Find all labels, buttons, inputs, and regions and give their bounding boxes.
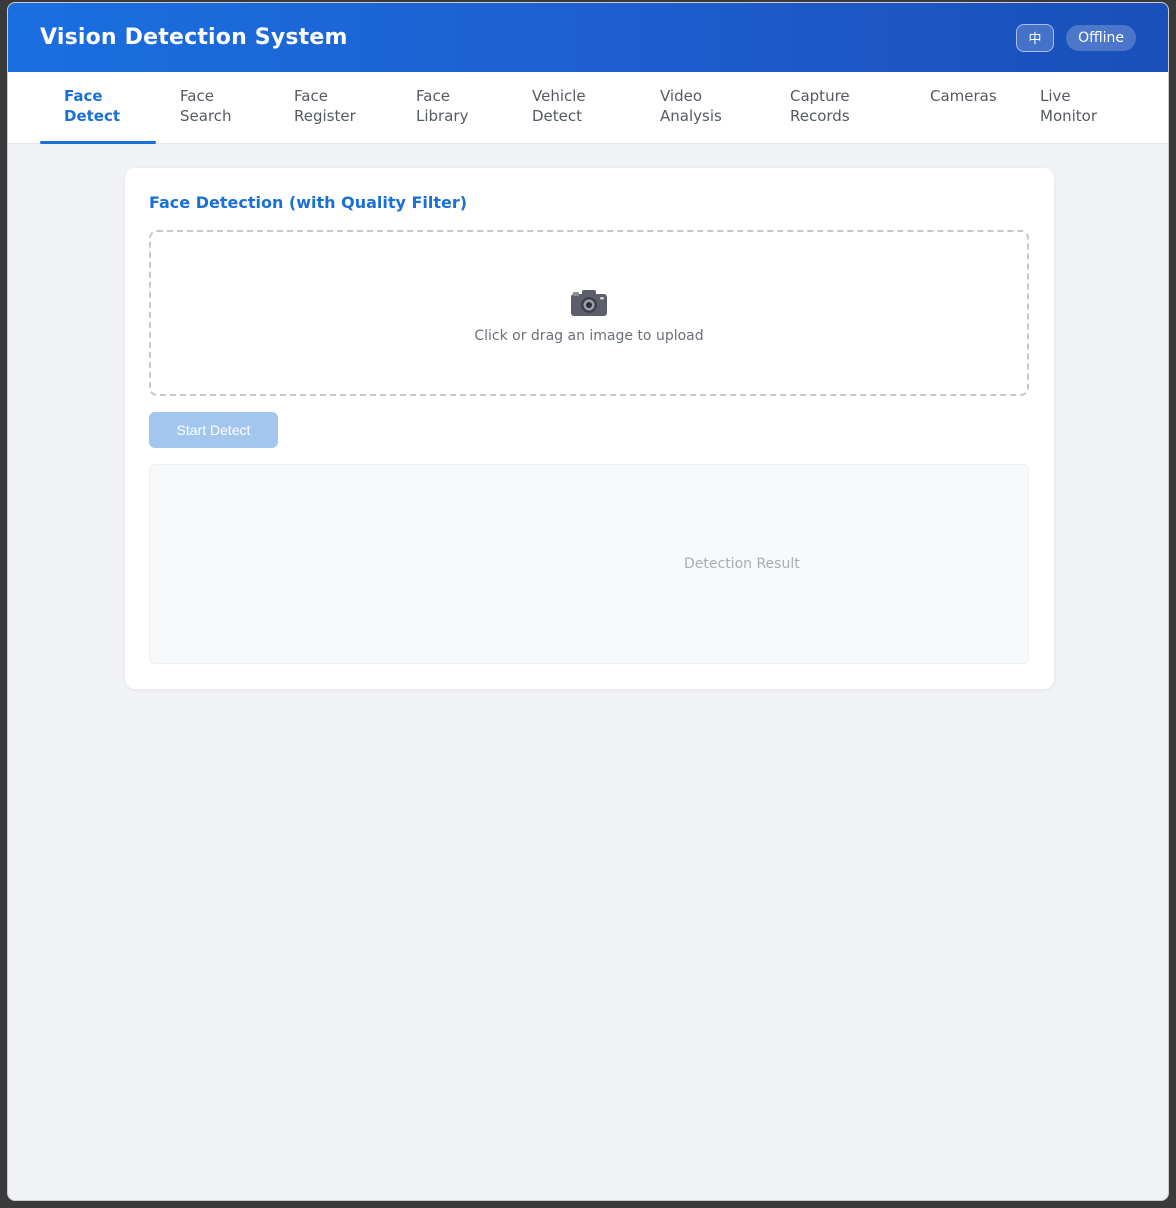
image-upload-dropzone[interactable]: Click or drag an image to upload — [149, 230, 1029, 396]
header-actions: 中 Offline — [1016, 23, 1136, 52]
tab-label: Search — [180, 107, 232, 125]
tab-cameras[interactable]: Cameras — [906, 72, 1016, 144]
tab-label: Detect — [532, 107, 583, 125]
tab-face-search[interactable]: Face Search — [156, 72, 270, 144]
face-detection-panel: Face Detection (with Quality Filter) Cli… — [125, 168, 1054, 689]
app-window: Vision Detection System 中 Offline Face D… — [7, 2, 1169, 1201]
tab-label: Video — [660, 87, 703, 105]
tab-label: Register — [294, 107, 356, 125]
upload-hint-text: Click or drag an image to upload — [474, 328, 704, 344]
tab-label: Detect — [64, 107, 121, 125]
main-tab-bar: Face Detect Face Search Face Register Fa… — [8, 72, 1168, 144]
tab-label: Capture — [790, 87, 850, 105]
tab-label: Face — [294, 87, 328, 105]
detection-result-area: Detection Result — [149, 464, 1029, 664]
tab-label: Monitor — [1040, 107, 1098, 125]
tab-label: Analysis — [660, 107, 722, 125]
tab-label: Cameras — [930, 87, 997, 105]
tab-video-analysis[interactable]: Video Analysis — [636, 72, 766, 144]
language-toggle-button[interactable]: 中 — [1016, 23, 1055, 52]
tab-live-monitor[interactable]: Live Monitor — [1016, 72, 1126, 144]
tab-label: Face — [64, 87, 103, 105]
panel-title: Face Detection (with Quality Filter) — [149, 193, 468, 212]
tab-face-detect[interactable]: Face Detect — [40, 72, 156, 144]
connection-status-badge: Offline — [1066, 24, 1136, 51]
tab-label: Vehicle — [532, 87, 586, 105]
app-title: Vision Detection System — [40, 25, 348, 50]
start-detect-button[interactable]: Start Detect — [149, 412, 278, 448]
tab-label: Live — [1040, 87, 1071, 105]
tab-label: Face — [416, 87, 450, 105]
result-placeholder-text: Detection Result — [684, 556, 800, 572]
tab-capture-records[interactable]: Capture Records — [766, 72, 906, 144]
tab-label: Library — [416, 107, 469, 125]
app-header: Vision Detection System 中 Offline — [8, 3, 1168, 72]
tab-face-library[interactable]: Face Library — [392, 72, 508, 144]
tab-face-register[interactable]: Face Register — [270, 72, 392, 144]
tab-vehicle-detect[interactable]: Vehicle Detect — [508, 72, 636, 144]
tab-label: Records — [790, 107, 850, 125]
tab-label: Face — [180, 87, 214, 105]
camera-icon — [571, 290, 607, 316]
